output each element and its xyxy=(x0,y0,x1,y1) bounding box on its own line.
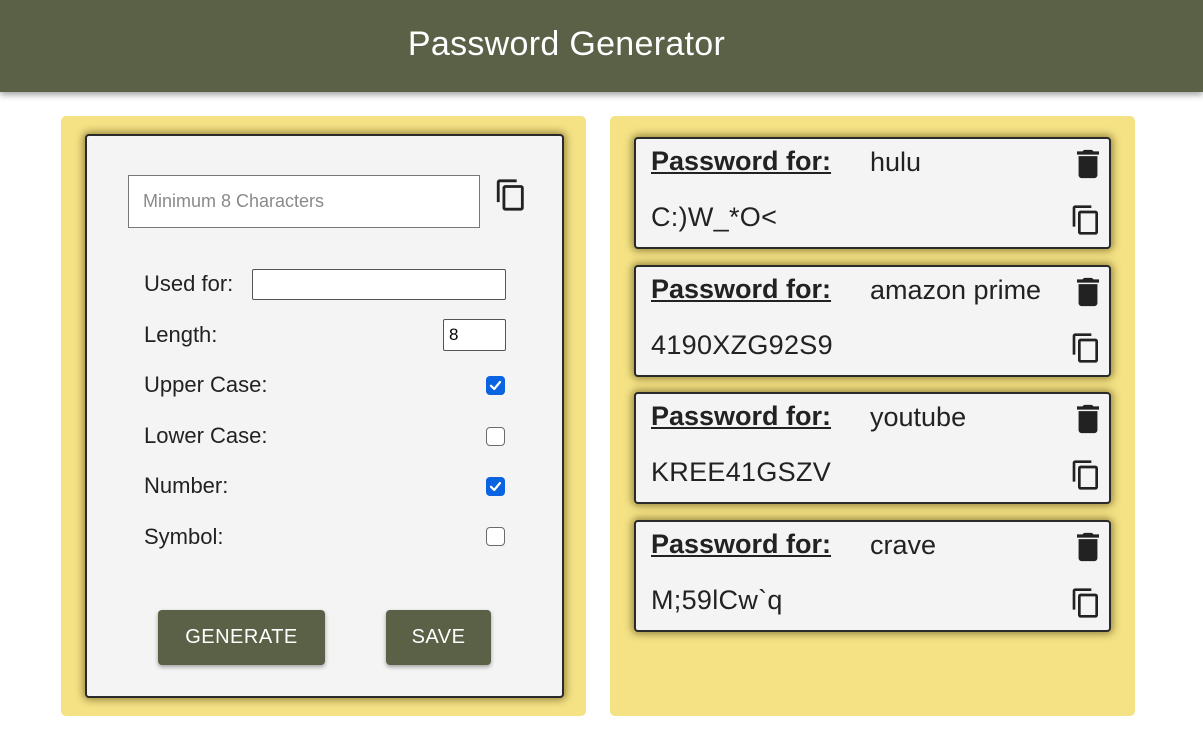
copy-icon[interactable] xyxy=(1070,586,1102,620)
saved-password-card: Password for: crave M;59lCw`q xyxy=(634,520,1111,632)
generator-card: Used for: Length: Upper Case: Lower Case… xyxy=(85,134,564,698)
trash-icon[interactable] xyxy=(1077,532,1099,562)
password-for-label: Password for: xyxy=(651,274,832,304)
password-for-label: Password for: xyxy=(651,146,832,176)
saved-password-card: Password for: hulu C:)W_*O< xyxy=(634,137,1111,249)
generator-panel: Used for: Length: Upper Case: Lower Case… xyxy=(61,116,586,716)
site-name: hulu xyxy=(870,147,922,177)
saved-password-card: Password for: amazon prime 4190XZG92S9 xyxy=(634,265,1111,377)
copy-icon[interactable] xyxy=(1070,203,1102,237)
used-for-label: Used for: xyxy=(144,271,234,296)
copy-icon[interactable] xyxy=(1070,331,1102,365)
saved-password-value: C:)W_*O< xyxy=(651,202,778,232)
generate-button[interactable]: GENERATE xyxy=(158,610,325,665)
site-name: amazon prime xyxy=(870,275,1042,305)
number-label: Number: xyxy=(144,473,229,498)
saved-password-value: 4190XZG92S9 xyxy=(651,330,833,360)
lowercase-label: Lower Case: xyxy=(144,423,268,448)
password-output-field[interactable] xyxy=(128,175,480,228)
length-label: Length: xyxy=(144,322,218,347)
page-title: Password Generator xyxy=(407,24,726,63)
saved-password-card: Password for: youtube KREE41GSZV xyxy=(634,392,1111,504)
symbol-checkbox[interactable] xyxy=(486,527,505,546)
saved-password-value: KREE41GSZV xyxy=(651,457,832,487)
copy-icon[interactable] xyxy=(494,177,528,213)
used-for-input[interactable] xyxy=(252,269,506,300)
trash-icon[interactable] xyxy=(1077,404,1099,434)
number-checkbox[interactable] xyxy=(486,477,505,496)
trash-icon[interactable] xyxy=(1077,149,1099,179)
lowercase-checkbox[interactable] xyxy=(486,427,505,446)
uppercase-checkbox[interactable] xyxy=(486,376,505,395)
trash-icon[interactable] xyxy=(1077,277,1099,307)
password-for-label: Password for: xyxy=(651,401,832,431)
symbol-label: Symbol: xyxy=(144,524,224,549)
length-input[interactable] xyxy=(443,319,506,351)
saved-passwords-panel: Password for: hulu C:)W_*O< Password for… xyxy=(610,116,1135,716)
uppercase-label: Upper Case: xyxy=(144,372,268,397)
password-for-label: Password for: xyxy=(651,529,832,559)
save-button[interactable]: SAVE xyxy=(386,610,491,665)
app-header: Password Generator xyxy=(0,0,1203,92)
site-name: youtube xyxy=(870,402,967,432)
copy-icon[interactable] xyxy=(1070,458,1102,492)
site-name: crave xyxy=(870,530,937,560)
saved-password-value: M;59lCw`q xyxy=(651,585,783,615)
